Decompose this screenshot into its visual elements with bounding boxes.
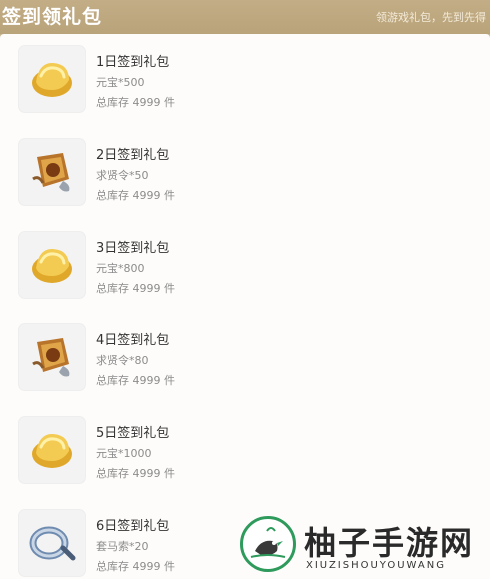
- gift-item-day-1[interactable]: 1日签到礼包 元宝*500 总库存 4999 件: [18, 45, 458, 115]
- gift-stock: 总库存 4999 件: [96, 189, 175, 202]
- gift-stock: 总库存 4999 件: [96, 96, 175, 109]
- site-watermark: 柚子手游网 XIUZISHOUYOUWANG: [240, 516, 486, 576]
- gold-ingot-icon: [18, 231, 86, 299]
- gift-stock: 总库存 4999 件: [96, 374, 175, 387]
- gift-reward: 求贤令*80: [96, 354, 149, 367]
- gift-name: 2日签到礼包: [96, 148, 170, 163]
- page-subtitle: 领游戏礼包，先到先得: [376, 11, 486, 24]
- scroll-token-icon: [18, 323, 86, 391]
- watermark-title: 柚子手游网: [304, 524, 475, 562]
- gift-reward: 元宝*1000: [96, 447, 152, 460]
- gift-list-panel: 1日签到礼包 元宝*500 总库存 4999 件 2日签到礼包 求贤令*50 总…: [0, 34, 490, 579]
- gift-item-day-5[interactable]: 5日签到礼包 元宝*1000 总库存 4999 件: [18, 416, 458, 486]
- gift-reward: 求贤令*50: [96, 169, 149, 182]
- gift-reward: 套马索*20: [96, 540, 149, 553]
- gift-item-day-3[interactable]: 3日签到礼包 元宝*800 总库存 4999 件: [18, 231, 458, 301]
- gift-name: 3日签到礼包: [96, 241, 170, 256]
- gold-ingot-icon: [18, 45, 86, 113]
- scroll-token-icon: [18, 138, 86, 206]
- gift-item-day-2[interactable]: 2日签到礼包 求贤令*50 总库存 4999 件: [18, 138, 458, 208]
- gift-name: 6日签到礼包: [96, 519, 170, 534]
- page-header: 签到领礼包 领游戏礼包，先到先得: [0, 0, 490, 34]
- gold-ingot-icon: [18, 416, 86, 484]
- gift-reward: 元宝*500: [96, 76, 145, 89]
- gift-reward: 元宝*800: [96, 262, 145, 275]
- lasso-rope-icon: [18, 509, 86, 577]
- watermark-subtitle: XIUZISHOUYOUWANG: [306, 560, 446, 571]
- page-title: 签到领礼包: [2, 6, 103, 28]
- gift-stock: 总库存 4999 件: [96, 560, 175, 573]
- gift-name: 4日签到礼包: [96, 333, 170, 348]
- bird-logo-icon: [240, 516, 296, 572]
- gift-item-day-4[interactable]: 4日签到礼包 求贤令*80 总库存 4999 件: [18, 323, 458, 393]
- gift-name: 5日签到礼包: [96, 426, 170, 441]
- gift-stock: 总库存 4999 件: [96, 282, 175, 295]
- gift-name: 1日签到礼包: [96, 55, 170, 70]
- gift-stock: 总库存 4999 件: [96, 467, 175, 480]
